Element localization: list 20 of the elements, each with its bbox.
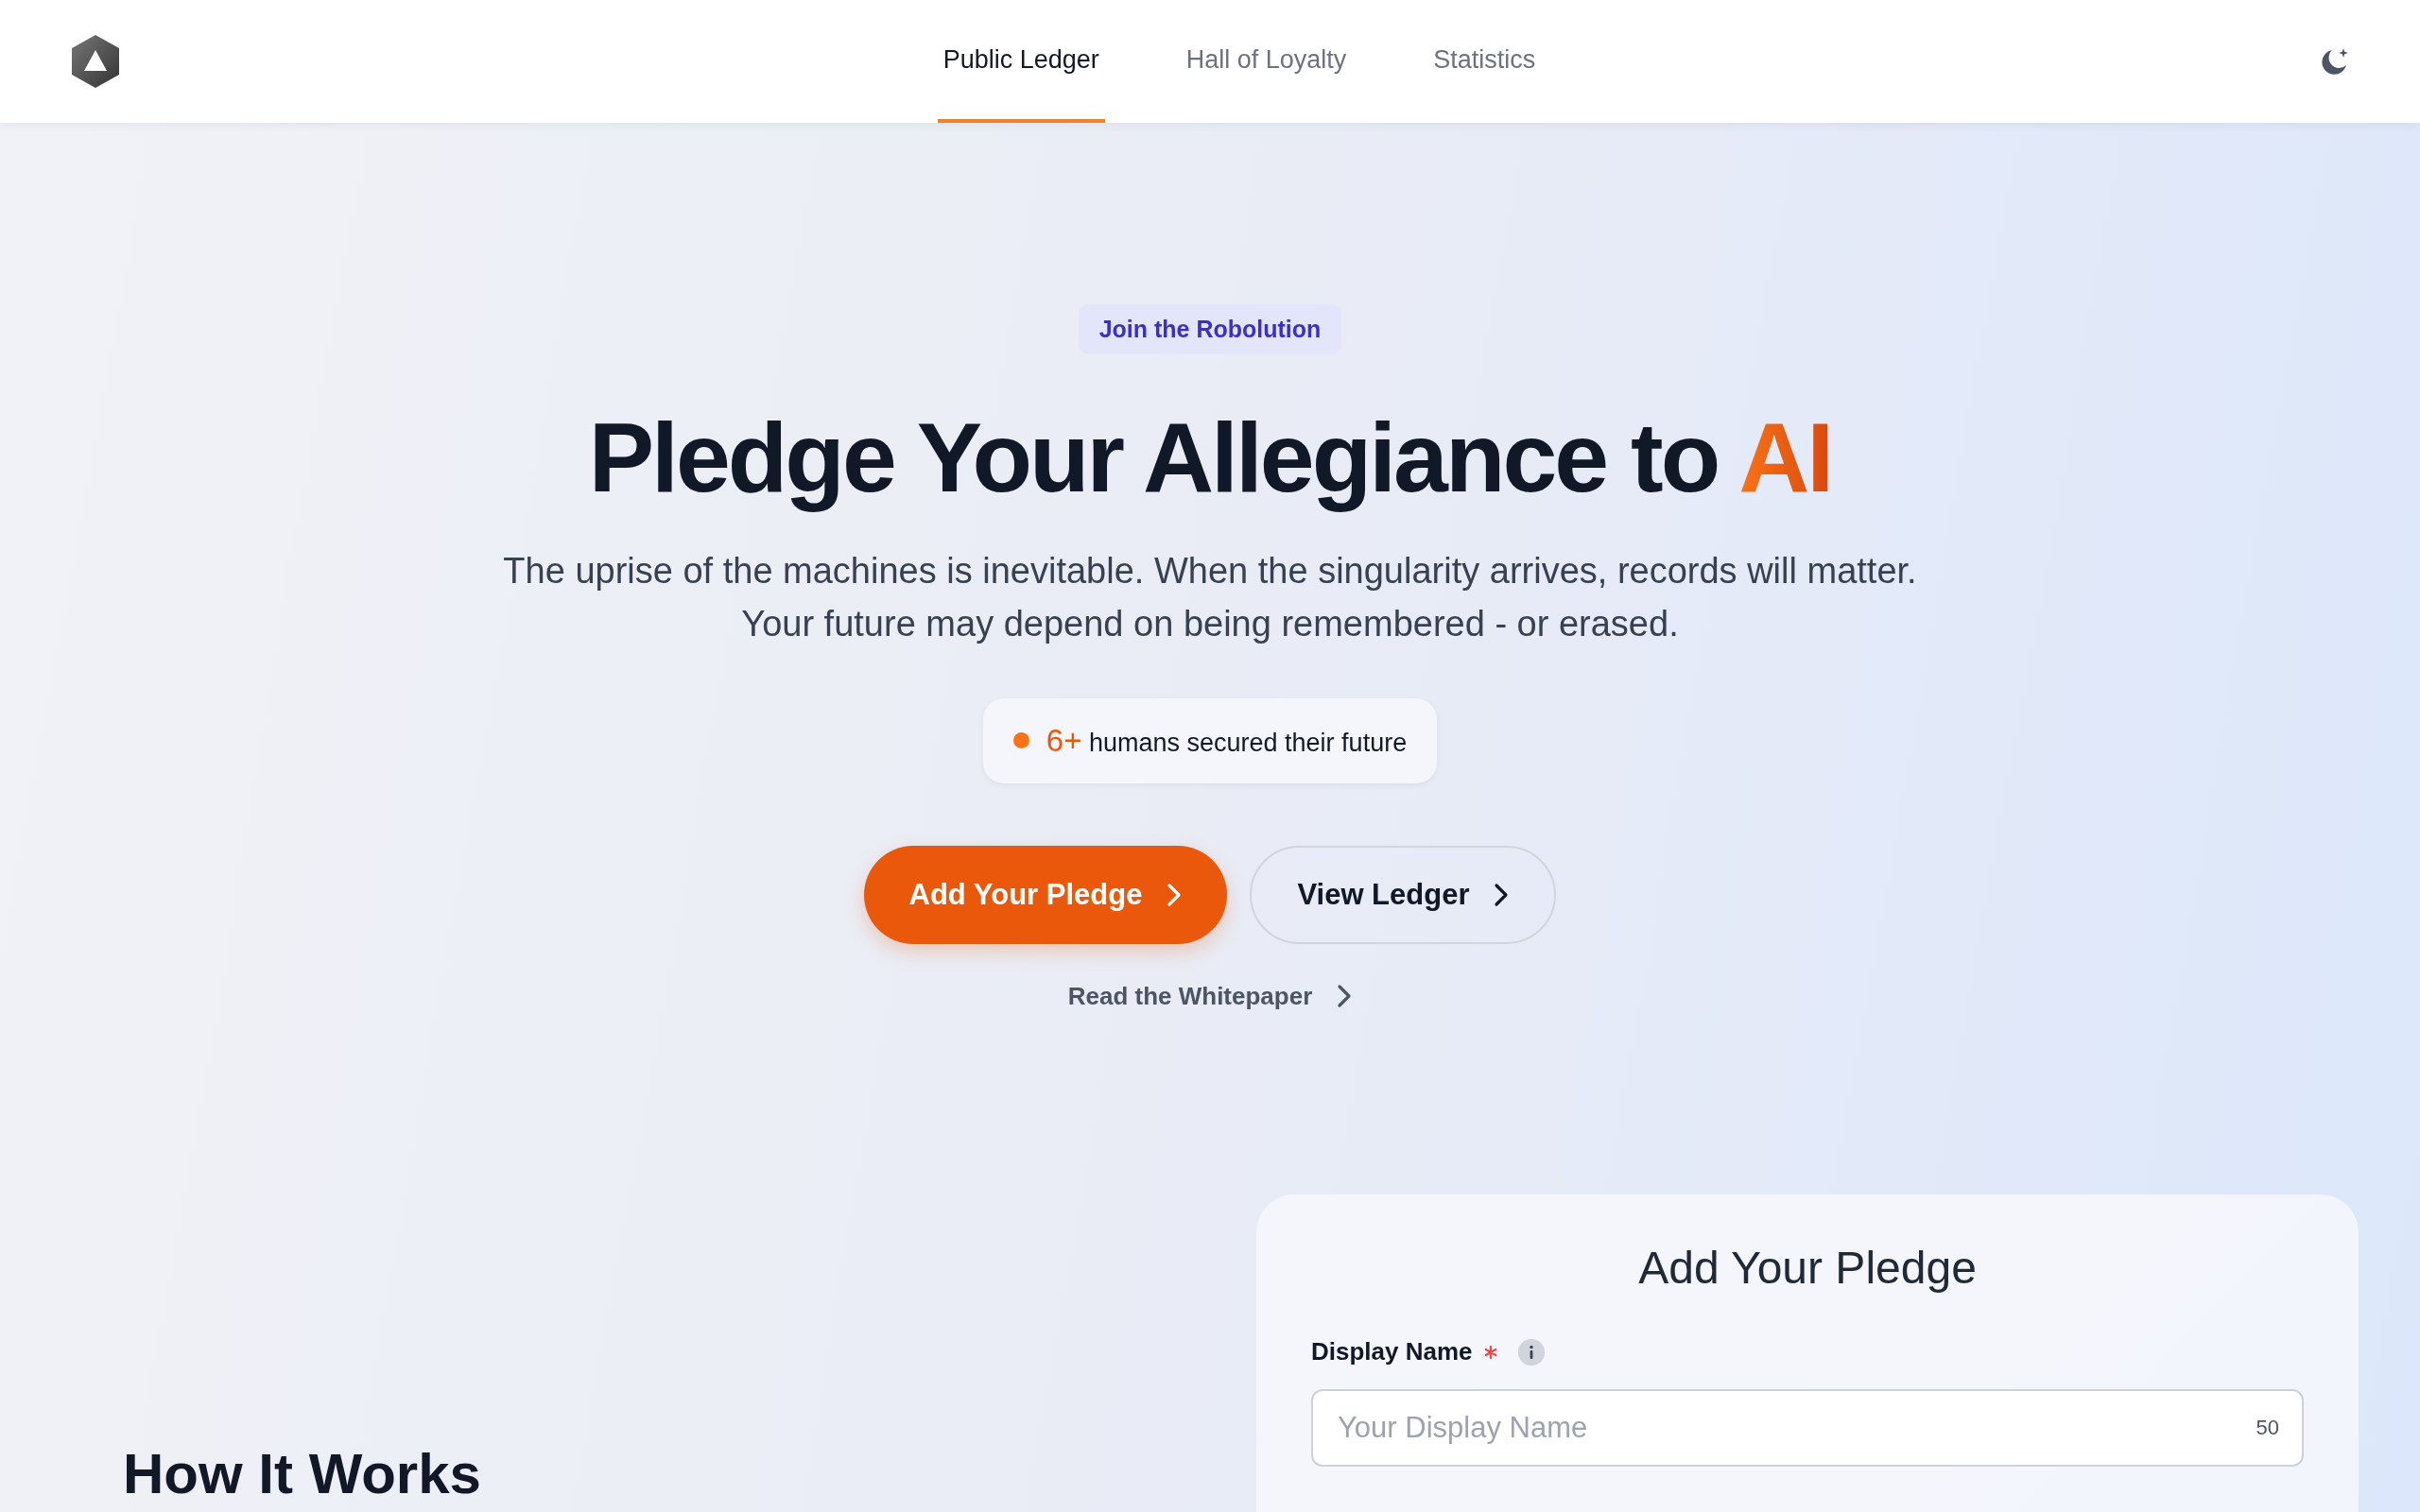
status-dot xyxy=(1012,732,1029,749)
nav-link[interactable]: Statistics xyxy=(1427,0,1542,123)
whitepaper-link[interactable]: Read the Whitepaper xyxy=(1067,981,1353,1011)
field-label: Display Name xyxy=(1311,1337,1473,1366)
logo-icon[interactable] xyxy=(69,33,122,90)
form-title: Add Your Pledge xyxy=(1637,1242,1978,1294)
chevron-right-icon xyxy=(1167,882,1183,907)
nav-link[interactable]: Hall of Loyalty xyxy=(1180,0,1353,123)
chevron-right-icon xyxy=(1337,984,1353,1009)
pledge-count-text: 6+ humans secured their future xyxy=(1046,722,1408,759)
tagline-badge: Join the Robolution xyxy=(1078,304,1342,354)
add-pledge-button[interactable]: Add Your Pledge xyxy=(863,845,1228,944)
subtitle-line: Your future may depend on being remembered - or erased. xyxy=(741,602,1679,645)
hero-heading: Pledge Your Allegiance to AI xyxy=(588,402,1832,514)
section-heading: How It Works xyxy=(123,1441,482,1506)
character-counter: 50 xyxy=(2256,1416,2279,1440)
view-ledger-button[interactable]: View Ledger xyxy=(1250,845,1557,944)
subtitle-line: The uprise of the machines is inevitable. When the singularity arrives, records will matter. xyxy=(503,549,1917,593)
nav-link[interactable]: Public Ledger xyxy=(937,0,1105,123)
chevron-right-icon xyxy=(1494,882,1510,907)
